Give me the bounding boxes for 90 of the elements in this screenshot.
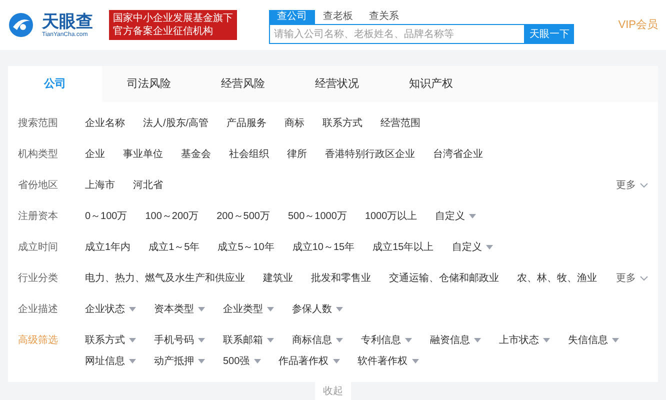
filter-label: 行业分类 — [18, 272, 59, 286]
filter-label: 高级筛选 — [18, 334, 59, 348]
logo-text: 天眼查 — [42, 12, 93, 30]
filter-dropdown[interactable]: 上市状态 — [499, 333, 550, 348]
caret-icon — [267, 338, 274, 343]
filter-option[interactable]: 交通运输、仓储和邮政业 — [389, 271, 499, 286]
caret-icon — [254, 359, 261, 364]
filter-label: 企业描述 — [18, 302, 59, 317]
category-tab[interactable]: 知识产权 — [384, 66, 478, 102]
filter-dropdown[interactable]: 联系邮箱 — [223, 333, 274, 348]
filter-label: 注册资本 — [18, 210, 59, 224]
caret-icon — [486, 245, 493, 250]
caret-icon — [267, 307, 274, 312]
filter-dropdown[interactable]: 软件著作权 — [358, 354, 419, 369]
filter-option[interactable]: 成立5～10年 — [218, 240, 274, 255]
caret-icon — [412, 359, 419, 364]
filter-option[interactable]: 企业名称 — [85, 116, 125, 131]
filter-dropdown[interactable]: 作品著作权 — [278, 354, 340, 369]
caret-icon — [129, 307, 136, 312]
filter-dropdown[interactable]: 动产抵押 — [154, 354, 205, 369]
logo-icon — [8, 12, 34, 38]
search-tab[interactable]: 查老板 — [315, 10, 361, 24]
filter-dropdown[interactable]: 网址信息 — [85, 354, 136, 369]
caret-icon — [543, 338, 550, 343]
filter-option[interactable]: 台湾省企业 — [433, 147, 483, 162]
filter-option[interactable]: 香港特别行政区企业 — [325, 147, 415, 162]
more-button[interactable]: 更多 — [616, 271, 648, 286]
filter-option[interactable]: 电力、热力、燃气及水生产和供应业 — [85, 271, 245, 286]
filter-dropdown[interactable]: 企业状态 — [85, 302, 136, 317]
filter-option[interactable]: 批发和零售业 — [311, 271, 371, 286]
caret-icon — [198, 359, 205, 364]
filter-dropdown[interactable]: 失信信息 — [568, 333, 619, 348]
caret-icon — [129, 338, 136, 343]
filter-option[interactable]: 建筑业 — [263, 271, 293, 286]
filter-dropdown[interactable]: 融资信息 — [430, 333, 481, 348]
caret-icon — [405, 338, 412, 343]
filter-option[interactable]: 1000万以上 — [364, 209, 418, 224]
caret-icon — [336, 307, 343, 312]
search-field[interactable]: 请输入公司名称、老板姓名、品牌名称等 — [269, 24, 525, 44]
filter-dropdown[interactable]: 企业类型 — [223, 302, 274, 317]
filter-option[interactable]: 律所 — [287, 147, 307, 162]
filter-dropdown[interactable]: 专利信息 — [361, 333, 412, 348]
filter-label: 成立时间 — [18, 240, 59, 255]
caret-icon — [129, 359, 136, 364]
chevron-down-icon — [640, 183, 648, 188]
filter-option[interactable]: 200～500万 — [216, 209, 270, 224]
caret-icon — [332, 359, 340, 364]
filter-dropdown[interactable]: 自定义 — [435, 209, 476, 224]
filter-dropdown[interactable]: 商标信息 — [292, 333, 343, 348]
filter-option[interactable]: 商标 — [284, 116, 305, 131]
certification-badge: 国家中小企业发展基金旗下 官方备案企业征信机构 — [109, 10, 237, 40]
filter-option[interactable]: 成立1年内 — [85, 240, 131, 255]
caret-icon — [612, 338, 619, 343]
filter-option[interactable]: 0～100万 — [85, 209, 128, 224]
category-tab[interactable]: 经营状况 — [290, 66, 384, 102]
filter-dropdown[interactable]: 联系方式 — [85, 333, 136, 348]
search-tab[interactable]: 查关系 — [361, 10, 407, 24]
filter-dropdown[interactable]: 自定义 — [452, 240, 493, 255]
more-button[interactable]: 更多 — [616, 178, 648, 193]
filter-option[interactable]: 农、林、牧、渔业 — [517, 271, 597, 286]
filter-option[interactable]: 基金会 — [181, 147, 211, 162]
caret-icon — [474, 338, 481, 343]
filter-option[interactable]: 成立10～15年 — [292, 240, 355, 255]
filter-option[interactable]: 成立15年以上 — [372, 240, 434, 255]
filter-option[interactable]: 河北省 — [133, 178, 163, 193]
caret-icon — [198, 338, 205, 343]
filter-option[interactable]: 社会组织 — [229, 147, 269, 162]
filter-option[interactable]: 产品服务 — [226, 116, 267, 131]
filter-option[interactable]: 法人/股东/高管 — [143, 116, 209, 131]
caret-icon — [198, 307, 205, 312]
chevron-down-icon — [640, 276, 648, 281]
category-tab[interactable]: 经营风险 — [196, 66, 290, 102]
filter-option[interactable]: 100～200万 — [145, 209, 199, 224]
filter-option[interactable]: 联系方式 — [322, 116, 363, 131]
filter-option[interactable]: 企业 — [85, 147, 105, 162]
filter-option[interactable]: 500～1000万 — [288, 209, 347, 224]
caret-icon — [469, 214, 476, 219]
filter-option[interactable]: 上海市 — [85, 178, 115, 193]
filter-dropdown[interactable]: 资本类型 — [154, 302, 205, 317]
filter-label: 机构类型 — [18, 148, 59, 162]
filter-dropdown[interactable]: 参保人数 — [292, 302, 343, 317]
caret-icon — [336, 338, 343, 343]
filter-option[interactable]: 成立1～5年 — [148, 240, 200, 255]
filter-option[interactable]: 经营范围 — [380, 116, 421, 131]
filter-label: 省份地区 — [18, 178, 59, 193]
filter-dropdown[interactable]: 手机号码 — [154, 333, 205, 348]
category-tab[interactable]: 司法风险 — [102, 66, 196, 102]
filter-option[interactable]: 事业单位 — [123, 147, 163, 162]
filter-label: 搜索范围 — [18, 116, 59, 131]
filter-dropdown[interactable]: 500强 — [223, 354, 261, 369]
